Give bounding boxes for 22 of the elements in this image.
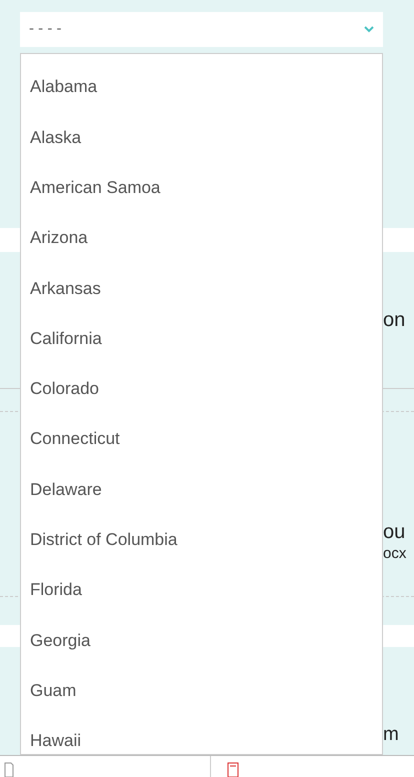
pdf-icon [227,762,239,777]
state-select[interactable]: - - - - [20,12,383,47]
chevron-down-icon [364,26,374,33]
dropdown-option[interactable]: Florida [21,564,382,616]
dropdown-option[interactable]: American Samoa [21,162,382,213]
dropdown-option[interactable]: Guam [21,666,382,716]
link-text: m [383,722,399,746]
document-title: ou [383,520,406,544]
dropdown-option[interactable]: California [21,313,382,364]
file-name: ocx [383,544,408,564]
dropdown-option[interactable]: Colorado [21,364,382,414]
dropdown-option[interactable]: Alaska [21,112,382,163]
dropdown-option[interactable]: District of Columbia [21,514,382,565]
dropdown-option[interactable]: Delaware [21,464,382,515]
section-heading: on [383,308,406,333]
dropdown-option[interactable]: Georgia [21,615,382,666]
dropdown-option[interactable]: Arkansas [21,263,382,314]
dropdown-option[interactable]: Hawaii [21,716,382,754]
document-icon [4,762,14,777]
dropdown-option[interactable]: Connecticut [21,414,382,464]
dropdown-option[interactable]: Alabama [21,62,382,112]
dropdown-option[interactable]: Arizona [21,212,382,264]
